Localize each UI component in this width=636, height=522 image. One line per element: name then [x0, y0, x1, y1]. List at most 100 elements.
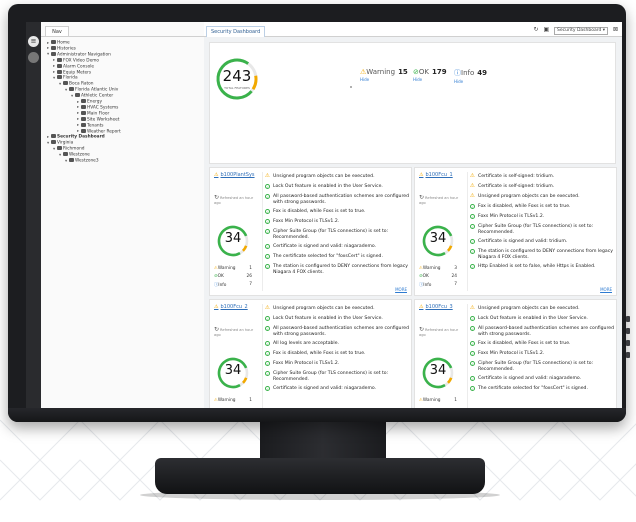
check-icon: ✓: [265, 244, 270, 249]
warning-icon: ⚠: [470, 183, 475, 189]
warning-icon: ⚠: [265, 305, 270, 311]
save-icon[interactable]: ▣: [543, 26, 549, 33]
issue-item: ⚠ Certificate is self-signed: tridium.: [470, 183, 616, 190]
folder-icon: [81, 110, 86, 115]
card-divider: [262, 172, 263, 291]
issue-text: Unsigned program objects can be executed…: [273, 174, 375, 179]
station-name[interactable]: b100Fcu_2: [220, 304, 247, 310]
ok-stat: ⊘OK 179 Hide: [413, 68, 447, 82]
check-icon: ✓: [470, 376, 475, 381]
check-icon: ✓: [470, 361, 475, 366]
warning-hide-link[interactable]: Hide: [360, 77, 408, 82]
count-label: Warning: [422, 398, 441, 403]
check-icon: ✓: [265, 316, 270, 321]
folder-icon: [57, 75, 62, 80]
total-label: TOTAL FEATURES: [224, 86, 250, 90]
issue-item: ⚠ Unsigned program objects can be execute…: [265, 305, 411, 312]
station-name[interactable]: b100Fcu_1: [425, 172, 452, 178]
check-icon: ✓: [265, 264, 270, 269]
warning-icon: ⚠: [214, 304, 219, 310]
globe-icon[interactable]: [28, 52, 39, 63]
count-value: 7: [249, 282, 252, 287]
issue-item: ⚠ Certificate is self-signed: tridium.: [470, 173, 616, 180]
issue-item: ✓ Cipher Suite Group (for TLS connections…: [265, 371, 411, 382]
card-summary: ⚠ b100Fcu_2 ↻Refreshed an hour ago 34 ⚠ Warni…: [210, 300, 260, 410]
issue-item: ✓ All password-based authentication schem…: [265, 194, 411, 205]
issue-item: ✓ The station is configured to DENY conne…: [265, 264, 411, 275]
count-value: 26: [246, 274, 252, 279]
warning-icon: ⚠: [265, 173, 270, 179]
warning-icon: ⚠: [470, 193, 475, 199]
warning-label: Warning: [366, 68, 396, 76]
issue-text: Unsigned program objects can be executed…: [478, 194, 580, 199]
issue-text: Fox is disabled, while Foxs is set to tr…: [273, 209, 366, 214]
station-link[interactable]: ⚠ b100Fcu_2: [214, 304, 248, 310]
issue-text: Certificate is signed and valid: tridium…: [478, 239, 568, 244]
check-icon: ✓: [265, 361, 270, 366]
more-link[interactable]: MORE: [395, 287, 407, 292]
refresh-icon[interactable]: ↻: [533, 26, 538, 33]
station-link[interactable]: ⚠ b100PlantSys: [214, 172, 255, 178]
check-icon: ✓: [470, 316, 475, 321]
count-row: ⚠Warning 1: [214, 266, 258, 271]
count-row: ⊘OK 24: [419, 274, 463, 279]
folder-icon: [81, 128, 86, 133]
card-divider: [262, 304, 263, 410]
check-icon: ✓: [265, 341, 270, 346]
warning-stat: ⚠Warning 15 Hide: [360, 68, 408, 82]
issue-text: Cipher Suite Group (for TLS connections)…: [478, 224, 594, 235]
issue-item: ✓ Fox is disabled, while Foxs is set to t…: [470, 341, 616, 347]
issue-text: Cipher Suite Group (for TLS connections)…: [273, 229, 389, 240]
check-icon: ✓: [470, 214, 475, 219]
issue-text: Foxs Min Protocol is TLSv1.2.: [478, 351, 545, 356]
issue-item: ✓ The station is configured to DENY conne…: [470, 249, 616, 260]
toolbar: ↻ ▣ Security Dashboard ▾ ⊠: [530, 26, 618, 35]
menu-icon[interactable]: ≡: [28, 36, 39, 47]
monitor-side-buttons: [626, 316, 630, 376]
card-divider: [467, 304, 468, 410]
issue-item: ✓ Cipher Suite Group (for TLS connections…: [470, 361, 616, 372]
station-link[interactable]: ⚠ b100Fcu_1: [419, 172, 453, 178]
score-value: 34: [224, 363, 242, 378]
station-name[interactable]: b100Fcu_3: [425, 304, 452, 310]
issue-item: ✓ Fox is disabled, while Foxs is set to t…: [265, 351, 411, 357]
nav-tree-label: Energy: [87, 99, 103, 105]
info-hide-link[interactable]: Hide: [454, 79, 487, 84]
folder-icon: [69, 158, 74, 162]
nav-tree-label: Main Floor: [87, 111, 110, 117]
refresh-text: Refreshed an hour ago: [419, 328, 459, 337]
check-icon: ✓: [470, 224, 475, 229]
count-row: ⚠Warning 1: [214, 398, 258, 403]
issue-text: The station is configured to DENY connec…: [478, 249, 613, 260]
nav-sidebar: Nav ▸ Home ▸ Histories ▾ Administrator Naviga…: [41, 22, 205, 410]
folder-icon: [81, 116, 86, 121]
view-select[interactable]: Security Dashboard ▾: [554, 27, 609, 35]
close-icon[interactable]: ⊠: [613, 26, 618, 33]
nav-tree-label: Site Worksheet: [87, 117, 120, 123]
count-label: Warning: [422, 266, 441, 271]
more-link[interactable]: MORE: [600, 287, 612, 292]
folder-icon: [57, 57, 62, 62]
nav-tree-label: Boca Raton: [69, 81, 94, 87]
tab-security-dashboard[interactable]: Security Dashboard: [206, 26, 266, 37]
check-icon: ✓: [265, 326, 270, 331]
issue-text: Foxs Min Protocol is TLSv1.2.: [478, 214, 545, 219]
station-name[interactable]: b100PlantSys: [220, 172, 254, 178]
nav-tree-item[interactable]: ▾ Westzone3: [65, 158, 99, 165]
nav-tree-label: Administrator Navigation: [57, 52, 111, 58]
station-card: ⚠ b100Fcu_3 ↻Refreshed an hour ago 34 ⚠Warni…: [414, 299, 617, 410]
nav-tree-label: Virginia: [57, 140, 74, 146]
warning-count: 15: [398, 68, 408, 76]
issue-item: ✓ Certificate is signed and valid: niagar…: [265, 386, 411, 392]
ok-count: 179: [431, 68, 447, 76]
issue-item: ✓ Certificate is signed and valid: niagar…: [265, 244, 411, 250]
folder-icon: [81, 104, 86, 109]
count-value: 3: [454, 266, 457, 271]
station-link[interactable]: ⚠ b100Fcu_3: [419, 304, 453, 310]
side-icon-rail: ≡: [26, 22, 41, 410]
ok-hide-link[interactable]: Hide: [413, 77, 447, 82]
folder-icon: [75, 93, 80, 98]
issue-text: Cipher Suite Group (for TLS connections)…: [273, 371, 389, 382]
nav-tree-label: FOX Video Demo: [63, 58, 100, 64]
issue-item: ✓ Foxs Min Protocol is TLSv1.2.: [470, 351, 616, 357]
